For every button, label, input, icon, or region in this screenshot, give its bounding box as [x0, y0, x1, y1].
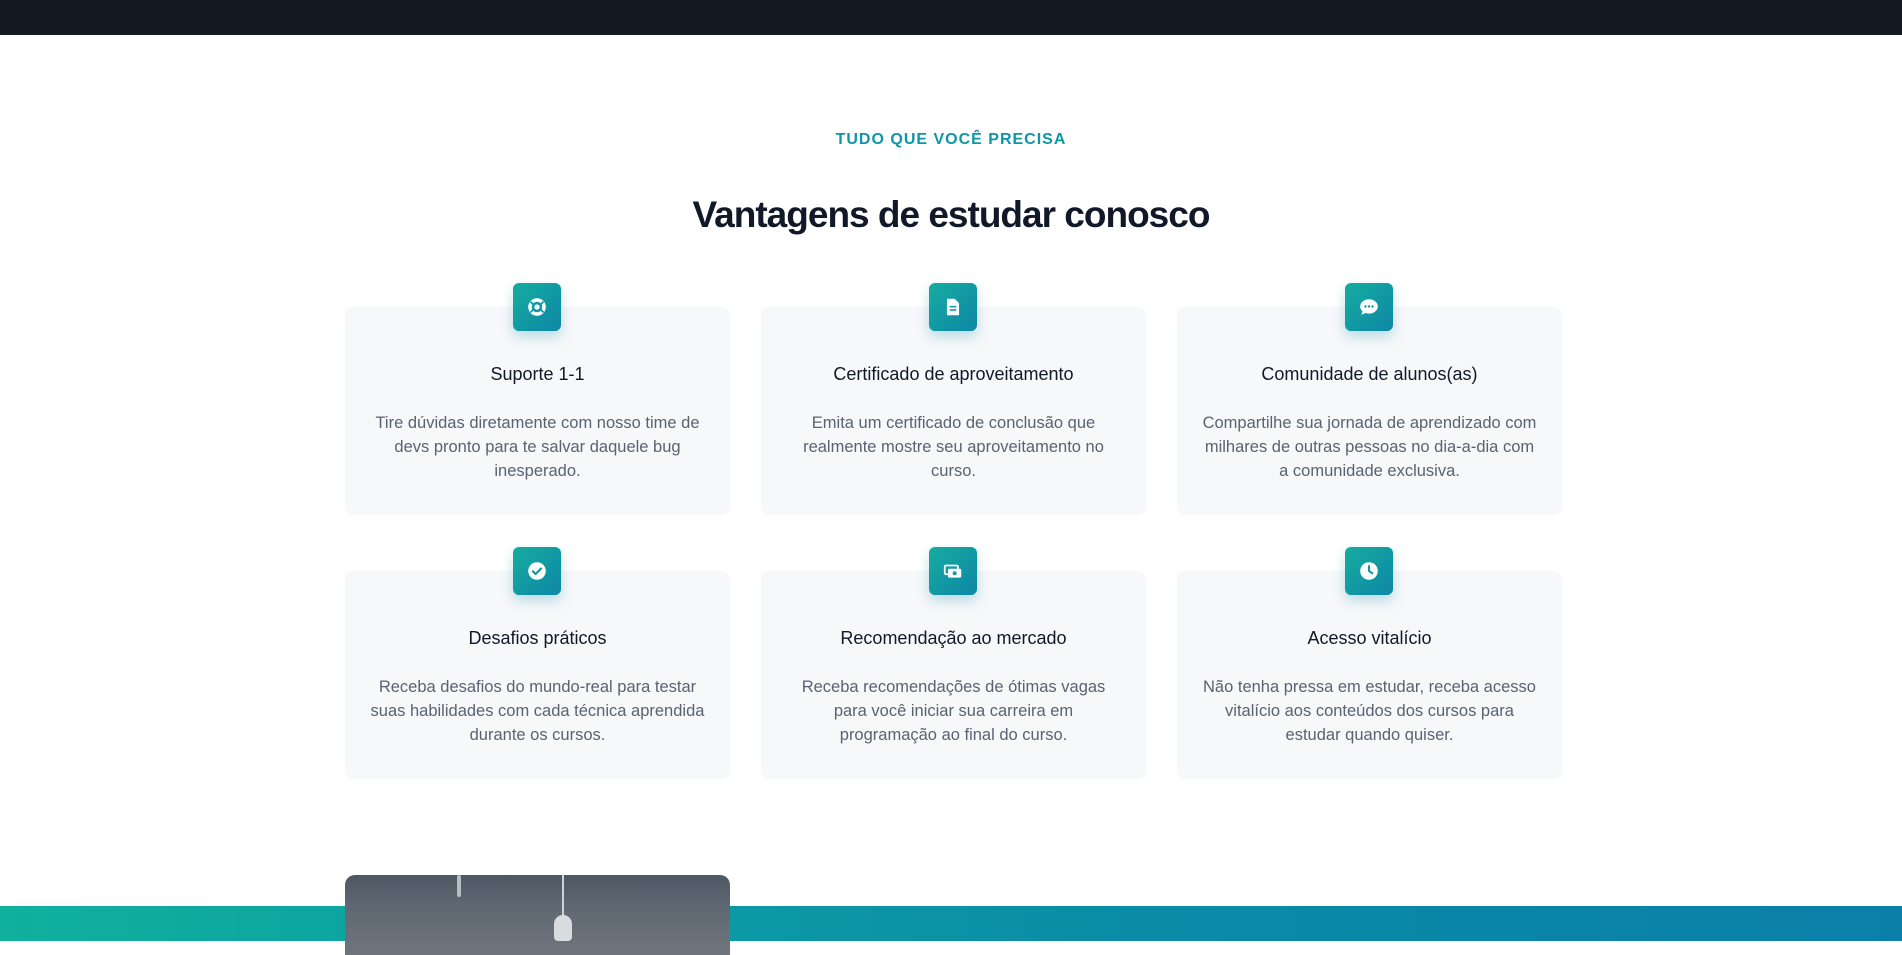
- feature-description: Compartilhe sua jornada de aprendizado c…: [1202, 414, 1537, 480]
- cta-gradient-band: [0, 906, 1902, 941]
- lamp-decoration: [457, 875, 461, 897]
- feature-description: Receba desafios do mundo-real para testa…: [370, 678, 705, 744]
- feature-card: Acesso vitalício Não tenha pressa em est…: [1177, 547, 1562, 779]
- lamp-decoration: [554, 915, 572, 941]
- feature-title: Acesso vitalício: [1307, 628, 1432, 648]
- check-circle-icon: [513, 547, 561, 595]
- feature-title: Desafios práticos: [468, 628, 607, 648]
- section-title: Vantagens de estudar conosco: [692, 194, 1211, 235]
- feature-title: Comunidade de alunos(as): [1261, 364, 1478, 384]
- top-navbar: [0, 0, 1902, 35]
- feature-card: Suporte 1-1 Tire dúvidas diretamente com…: [345, 283, 730, 515]
- chat-bubble-icon: [1345, 283, 1393, 331]
- feature-title: Recomendação ao mercado: [840, 628, 1067, 648]
- feature-card: Certificado de aproveitamento Emita um c…: [761, 283, 1146, 515]
- office-photo: [345, 875, 730, 955]
- cash-icon: [929, 547, 977, 595]
- feature-description: Tire dúvidas diretamente com nosso time …: [375, 414, 700, 480]
- document-icon: [929, 283, 977, 331]
- lamp-cord: [562, 875, 564, 917]
- lifebuoy-icon: [513, 283, 561, 331]
- feature-description: Não tenha pressa em estudar, receba aces…: [1203, 678, 1536, 744]
- section-eyebrow: TUDO QUE VOCÊ PRECISA: [835, 131, 1067, 148]
- clock-icon: [1345, 547, 1393, 595]
- feature-card: Comunidade de alunos(as) Compartilhe sua…: [1177, 283, 1562, 515]
- feature-description: Receba recomendações de ótimas vagas par…: [801, 678, 1106, 744]
- feature-description: Emita um certificado de conclusão que re…: [803, 414, 1104, 480]
- feature-card: Recomendação ao mercado Receba recomenda…: [761, 547, 1146, 779]
- feature-title: Suporte 1-1: [490, 364, 585, 384]
- feature-card: Desafios práticos Receba desafios do mun…: [345, 547, 730, 779]
- feature-title: Certificado de aproveitamento: [833, 364, 1074, 384]
